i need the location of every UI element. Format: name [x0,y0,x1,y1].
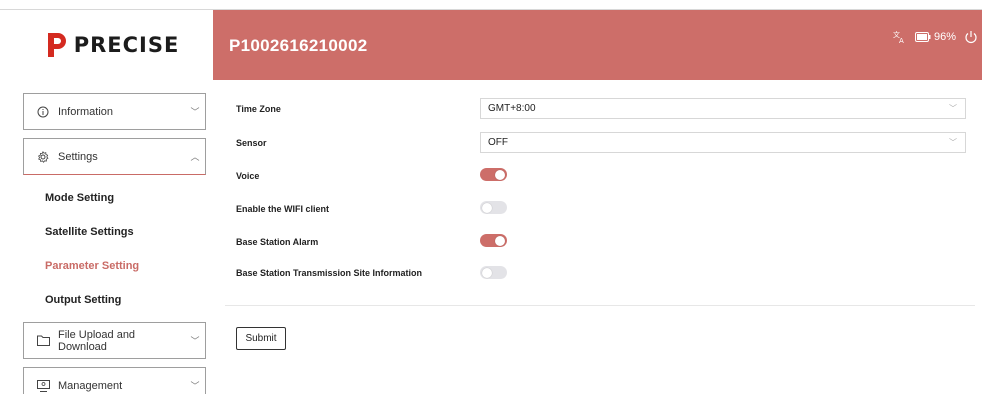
submenu-mode-setting[interactable]: Mode Setting [45,192,114,204]
time-zone-select[interactable]: GMT+8:00 ﹀ [480,98,966,119]
logo-text: PRECISE [73,33,180,57]
sensor-select[interactable]: OFF ﹀ [480,132,966,153]
wifi-client-toggle[interactable] [480,201,507,214]
sensor-label: Sensor [236,138,267,148]
menu-label: Settings [58,150,98,163]
base-station-tx-info-label: Base Station Transmission Site Informati… [236,268,423,278]
translate-icon[interactable]: 文A [893,30,907,44]
top-border [0,0,982,10]
chevron-down-icon: ﹀ [949,104,957,113]
toggle-knob [482,267,492,278]
management-icon [36,379,50,393]
voice-label: Voice [236,171,260,181]
device-id: P1002616210002 [229,36,368,55]
submenu-output-setting[interactable]: Output Setting [45,294,121,306]
submenu-parameter-setting[interactable]: Parameter Setting [45,260,139,272]
toggle-knob [495,169,505,180]
form-divider [225,305,975,306]
battery-level: 96% [933,31,956,43]
menu-file-upload-download[interactable]: File Upload and Download ﹀ [23,322,206,359]
voice-toggle[interactable] [480,168,507,181]
menu-information[interactable]: Information ﹀ [23,93,206,130]
menu-settings[interactable]: Settings ︿ [23,138,206,175]
base-station-alarm-label: Base Station Alarm [236,237,319,247]
menu-management[interactable]: Management ﹀ [23,367,206,394]
toggle-knob [495,235,505,246]
logo-icon [47,33,66,57]
chevron-down-icon: ﹀ [190,381,200,391]
base-station-alarm-toggle[interactable] [480,234,507,247]
parameter-settings-form: Time Zone GMT+8:00 ﹀ Sensor OFF ﹀ Voice … [213,80,982,394]
chevron-down-icon: ﹀ [190,107,200,117]
chevron-down-icon: ﹀ [949,138,957,147]
sidebar: PRECISE Information ﹀ Settings ︿ Mode Se… [0,10,213,394]
power-icon[interactable] [964,30,978,44]
battery-icon [914,32,931,42]
folder-icon [36,334,50,348]
submit-button[interactable]: Submit [236,327,286,350]
chevron-down-icon: ﹀ [190,336,200,346]
menu-label: Management [58,379,123,392]
menu-label: Information [58,105,114,118]
menu-label: File Upload and Download [58,328,136,353]
gear-icon [36,150,50,164]
sensor-value: OFF [488,137,508,148]
time-zone-label: Time Zone [236,104,281,114]
submenu-satellite-settings[interactable]: Satellite Settings [45,226,134,238]
base-station-tx-info-toggle[interactable] [480,266,507,279]
status-area: 文A 96% [885,30,978,44]
header-bar: P1002616210002 文A 96% [213,10,982,80]
chevron-up-icon: ︿ [190,152,200,162]
time-zone-value: GMT+8:00 [488,103,536,114]
svg-text:A: A [899,37,904,44]
brand-logo: PRECISE [12,10,213,80]
toggle-knob [482,202,492,213]
wifi-client-label: Enable the WIFI client [236,204,330,214]
info-icon [36,105,50,119]
